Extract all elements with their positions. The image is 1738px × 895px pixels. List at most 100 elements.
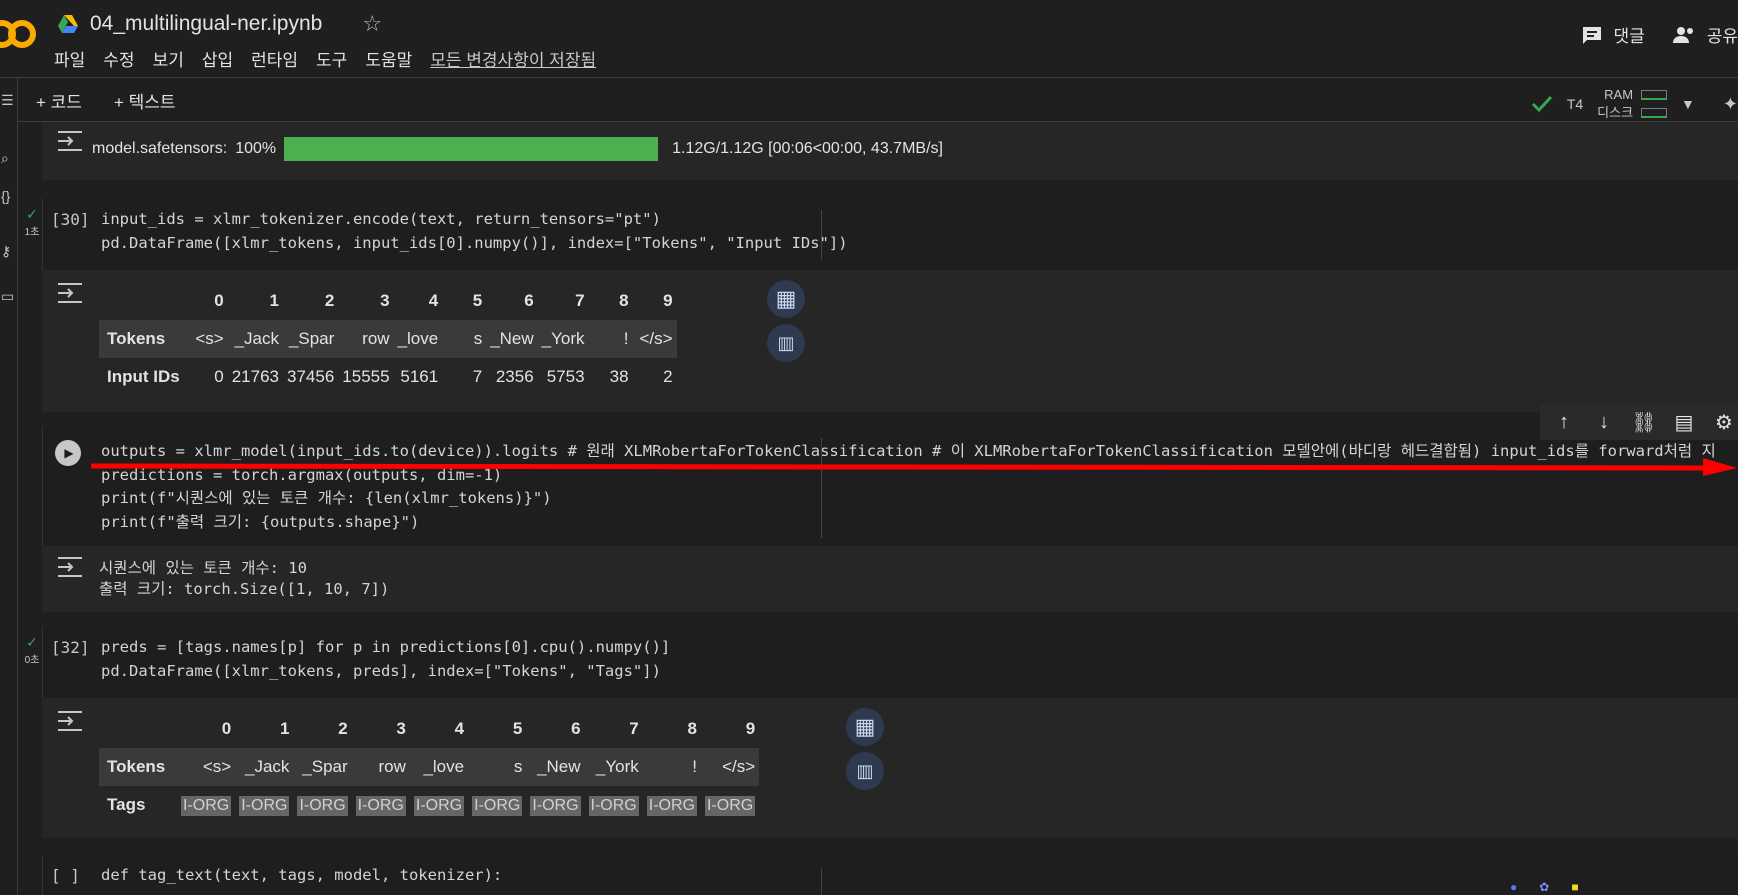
- ram-label: RAM: [1604, 87, 1634, 102]
- tag-cell: I-ORG: [643, 786, 701, 824]
- code-line: print(f"출력 크기: {outputs.shape}"): [101, 512, 420, 531]
- drive-icon[interactable]: [58, 15, 78, 33]
- table-cell: 15555: [342, 367, 390, 386]
- system-tray: ● ✿ ■: [1510, 880, 1579, 894]
- code-cell-30[interactable]: ✓ 1초 [30] input_ids = xlmr_tokenizer.enco…: [25, 198, 1738, 270]
- table-cell: 37456: [287, 367, 335, 386]
- key-icon[interactable]: ⚷: [1, 243, 11, 260]
- folder-icon[interactable]: ▭: [1, 288, 14, 305]
- code-line: preds = [tags.names[p] for p in predicti…: [101, 638, 671, 656]
- output-toggle-icon[interactable]: [56, 556, 84, 578]
- table-cell: </s>: [722, 757, 756, 776]
- tag-cell: I-ORG: [177, 786, 235, 824]
- column-header: 1: [279, 719, 290, 738]
- menu-file[interactable]: 파일: [54, 46, 85, 71]
- code-cell-33[interactable]: [ ] def tag_text(text, tags, model, toke…: [42, 856, 1738, 895]
- settings-icon[interactable]: ✿: [1539, 880, 1549, 894]
- tag-label: I-ORG: [297, 795, 348, 816]
- link-icon[interactable]: ⛓: [1630, 410, 1658, 435]
- chevron-down-icon[interactable]: ▼: [1681, 96, 1695, 112]
- move-up-icon[interactable]: ↑: [1550, 411, 1578, 434]
- table-view-button[interactable]: ▦: [767, 280, 805, 318]
- execution-count: [32]: [51, 638, 90, 657]
- tag-label: I-ORG: [646, 795, 697, 816]
- play-icon: ▶: [64, 446, 74, 460]
- progress-label: model.safetensors:: [92, 140, 228, 157]
- chart-suggest-button[interactable]: ▥: [767, 324, 805, 362]
- output-toggle-icon[interactable]: [56, 130, 84, 152]
- add-text-button[interactable]: + 텍스트: [114, 88, 176, 113]
- comments-button[interactable]: 댓글: [1581, 22, 1645, 47]
- code-icon[interactable]: {}: [1, 188, 10, 204]
- gear-icon[interactable]: ⚙: [1710, 410, 1738, 435]
- resource-meter[interactable]: RAM 디스크: [1597, 86, 1668, 122]
- column-header: 7: [575, 291, 585, 310]
- code-editor[interactable]: def tag_text(text, tags, model, tokenize…: [101, 864, 502, 888]
- table-cell: _York: [541, 329, 585, 348]
- saved-status[interactable]: 모든 변경사항이 저장됨: [430, 46, 596, 71]
- star-icon[interactable]: ☆: [362, 11, 382, 37]
- execution-count: [30]: [51, 210, 90, 229]
- tag-cell: I-ORG: [410, 786, 468, 824]
- move-down-icon[interactable]: ↓: [1590, 411, 1618, 434]
- menu-insert[interactable]: 삽입: [202, 46, 233, 71]
- share-button[interactable]: 공유: [1672, 22, 1738, 47]
- code-cell-32[interactable]: ✓ 0초 [32] preds = [tags.names[p] for p in…: [25, 626, 1738, 698]
- menu-tools[interactable]: 도구: [316, 46, 347, 71]
- table-cell: !: [692, 757, 697, 776]
- column-header: 9: [663, 291, 673, 310]
- table-icon: ▦: [854, 714, 876, 739]
- ram-meter: [1641, 90, 1668, 100]
- run-status: ✓ 1초: [19, 206, 45, 238]
- column-header: 1: [269, 291, 279, 310]
- table-row: Tokens <s> _Jack _Spar row _love s _New _York! </…: [99, 320, 677, 358]
- table-cell: _Jack: [234, 329, 279, 348]
- colab-logo[interactable]: [0, 14, 40, 54]
- runtime-type[interactable]: T4: [1567, 96, 1583, 112]
- run-cell-button[interactable]: ▶: [55, 440, 81, 466]
- code-line: pd.DataFrame([xlmr_tokens, input_ids[0].…: [101, 233, 848, 252]
- table-cell: _Jack: [245, 757, 290, 776]
- code-line: print(f"시퀀스에 있는 토큰 개수: {len(xlmr_tokens)…: [101, 489, 552, 507]
- menu-help[interactable]: 도움말: [365, 46, 412, 71]
- code-cell-31[interactable]: ▶ outputs = xlmr_model(input_ids.to(devi…: [42, 426, 1738, 546]
- tag-cell: I-ORG: [352, 786, 410, 824]
- column-header: 0: [214, 291, 224, 310]
- zoom-icon[interactable]: ●: [1510, 880, 1517, 894]
- dataframe-table: 0 1 2 3 4 5 6 7 8 9 Tokens <s> _Jack _Spar row _love s _N…: [99, 282, 677, 396]
- table-cell: 5161: [400, 367, 439, 386]
- table-row: Input IDs 0 21763 37456 15555 5161 7 2356 5753 38…: [99, 358, 677, 396]
- menu-runtime[interactable]: 런타임: [251, 46, 298, 71]
- output-toggle-icon[interactable]: [56, 282, 84, 304]
- bar-chart-icon: ▥: [856, 760, 874, 781]
- chat-icon[interactable]: ■: [1571, 880, 1578, 894]
- column-header: [99, 710, 177, 748]
- column-header: 5: [472, 291, 483, 310]
- column-header: 5: [512, 719, 523, 738]
- tag-cell: I-ORG: [526, 786, 584, 824]
- sparkle-icon[interactable]: ✦: [1723, 94, 1738, 115]
- code-editor[interactable]: preds = [tags.names[p] for p in predicti…: [101, 636, 670, 683]
- notebook-title[interactable]: 04_multilingual-ner.ipynb: [90, 12, 322, 36]
- menu-view[interactable]: 보기: [153, 46, 184, 71]
- output-toggle-icon[interactable]: [56, 710, 84, 732]
- table-view-button[interactable]: ▦: [846, 708, 884, 746]
- menu-icon[interactable]: ☰: [1, 92, 14, 109]
- table-cell: _New: [537, 757, 581, 776]
- download-progress: model.safetensors: 100% 1.12G/1.12G [00:…: [92, 137, 943, 161]
- code-editor[interactable]: outputs = xlmr_model(input_ids.to(device…: [101, 440, 1716, 534]
- add-code-button[interactable]: + 코드: [36, 88, 82, 113]
- stdout-line: 시퀀스에 있는 토큰 개수: 10: [99, 559, 307, 577]
- menu-edit[interactable]: 수정: [103, 46, 134, 71]
- code-line: pd.DataFrame([xlmr_tokens, preds], index…: [101, 661, 661, 680]
- notebook-toolbar: + 코드 + 텍스트 T4 RAM 디스크 ▼ ✦: [18, 78, 1738, 122]
- table-cell: row: [378, 757, 406, 776]
- chart-suggest-button[interactable]: ▥: [846, 752, 884, 790]
- menu-bar: 파일 수정 보기 삽입 런타임 도구 도움말 모든 변경사항이 저장됨: [54, 46, 596, 71]
- code-editor[interactable]: input_ids = xlmr_tokenizer.encode(text, …: [101, 208, 848, 255]
- tag-label: I-ORG: [704, 795, 756, 816]
- tag-label: I-ORG: [472, 795, 523, 816]
- check-icon: ✓: [26, 634, 38, 650]
- comment-icon[interactable]: ▤: [1670, 410, 1698, 435]
- search-icon[interactable]: ⌕: [1, 150, 9, 167]
